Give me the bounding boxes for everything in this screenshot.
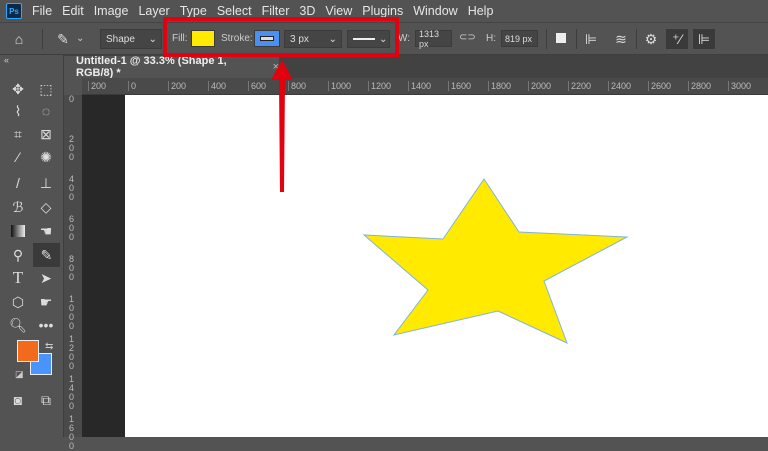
overlay (163, 17, 629, 344)
highlight-box (163, 17, 399, 57)
pointer-arrow (271, 60, 293, 192)
star-shape (362, 178, 629, 344)
